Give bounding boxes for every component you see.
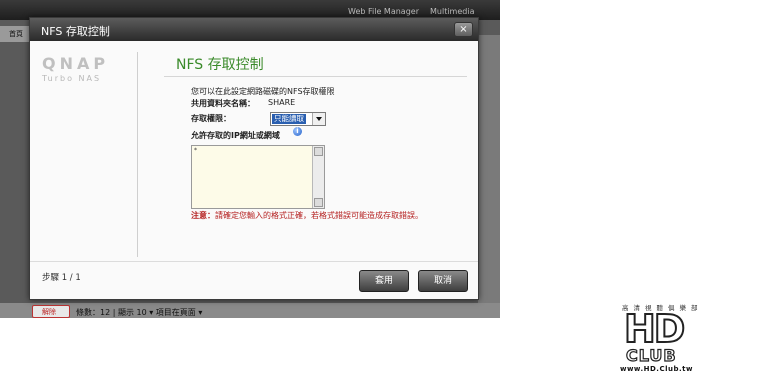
textarea-scrollbar[interactable] xyxy=(312,146,324,208)
access-right-label: 存取權限： xyxy=(191,114,231,123)
warning-note: 注意：請確定您輸入的格式正確，若格式錯誤可能造成存取錯誤。 xyxy=(191,210,423,221)
qnap-logo: QNAP Turbo NAS xyxy=(42,54,109,83)
dialog-title: NFS 存取控制 xyxy=(41,25,110,38)
access-right-selected: 只能讀取 xyxy=(272,114,306,124)
background-paging-text: 條數：12 | 顯示 10 ▾ 項目在頁面 ▾ xyxy=(76,308,203,317)
heading-divider xyxy=(164,76,467,77)
background-delete-button[interactable]: 解除 xyxy=(32,305,70,318)
background-right-panel xyxy=(478,35,500,305)
footer-divider xyxy=(30,261,478,262)
hd-club-watermark: 高清視聽俱樂部 HD CLUB www.HD.Club.tw xyxy=(618,302,718,374)
allowed-ip-textarea[interactable]: * xyxy=(191,145,325,209)
share-folder-value: SHARE xyxy=(268,98,296,107)
section-heading: NFS 存取控制 xyxy=(176,57,264,73)
watermark-hd-text: HD xyxy=(623,307,686,351)
access-right-select[interactable]: 只能讀取 xyxy=(270,112,326,126)
watermark-url: www.HD.Club.tw xyxy=(620,365,693,373)
share-folder-label: 共用資料夾名稱： xyxy=(191,99,255,108)
background-bottom-bar: 解除 條數：12 | 顯示 10 ▾ 項目在頁面 ▾ xyxy=(0,303,500,318)
step-indicator: 步驟 1 / 1 xyxy=(42,273,81,283)
logo-subtitle: Turbo NAS xyxy=(42,74,102,83)
background-nav-tab-label: 首頁 xyxy=(9,30,23,38)
scroll-up-arrow-icon[interactable] xyxy=(314,147,323,156)
textarea-value: * xyxy=(194,147,197,154)
close-button[interactable]: × xyxy=(454,22,473,37)
nfs-access-dialog: NFS 存取控制 × QNAP Turbo NAS NFS 存取控制 您可以在此… xyxy=(29,17,479,300)
warning-note-text: 請確定您輸入的格式正確，若格式錯誤可能造成存取錯誤。 xyxy=(215,211,423,220)
warning-note-prefix: 注意： xyxy=(191,211,215,220)
logo-brand: QNAP xyxy=(42,54,110,73)
scroll-down-arrow-icon[interactable] xyxy=(314,198,323,207)
chevron-down-icon[interactable] xyxy=(312,113,325,125)
cancel-button[interactable]: 取消 xyxy=(418,270,468,292)
close-icon: × xyxy=(459,24,468,35)
description-text: 您可以在此設定網路磁碟的NFS存取權限 xyxy=(191,87,335,96)
background-nav-tab[interactable]: 首頁 xyxy=(0,26,30,42)
vertical-divider xyxy=(137,52,138,257)
allowed-ip-label: 允許存取的IP網址或網域 xyxy=(191,131,280,140)
web-file-manager-link[interactable]: Web File Manager xyxy=(348,7,419,16)
info-icon[interactable]: i xyxy=(293,127,302,136)
dialog-titlebar[interactable]: NFS 存取控制 × xyxy=(30,18,478,41)
watermark-club-text: CLUB xyxy=(625,345,677,365)
background-delete-label: 解除 xyxy=(42,308,56,316)
apply-button[interactable]: 套用 xyxy=(359,270,409,292)
